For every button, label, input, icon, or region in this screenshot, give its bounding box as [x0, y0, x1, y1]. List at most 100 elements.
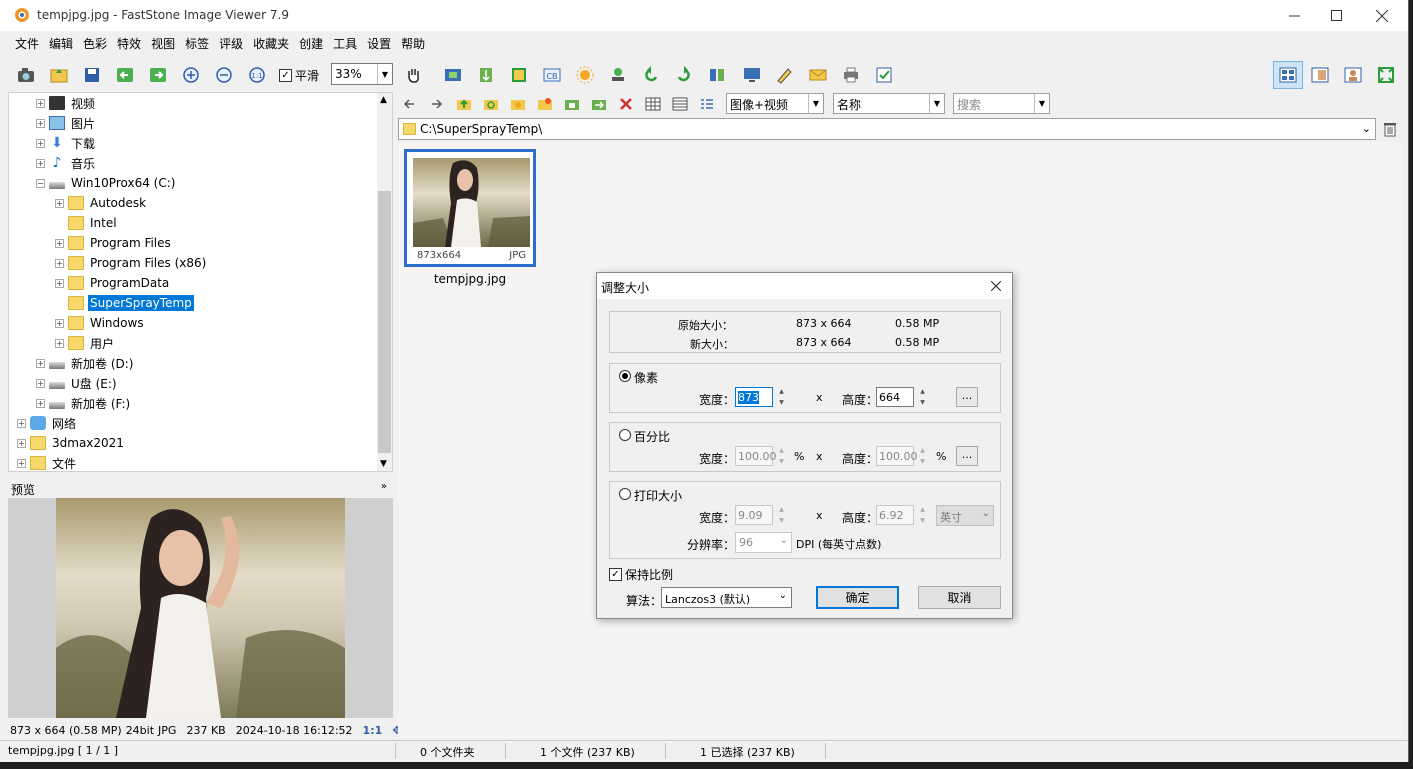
percent-height-spinner[interactable]: ▲ ▼ [916, 446, 929, 466]
view-details-button[interactable] [697, 94, 717, 114]
expand-toggle-icon[interactable]: + [36, 158, 45, 168]
expand-toggle-icon[interactable]: + [55, 238, 64, 248]
move-button[interactable] [474, 63, 498, 87]
expand-toggle-icon[interactable]: + [17, 458, 26, 468]
search-combo[interactable]: 搜索 ▼ [953, 93, 1050, 114]
expand-toggle-icon[interactable]: + [55, 318, 64, 328]
menu-settings[interactable]: 设置 [367, 33, 391, 55]
tree-node[interactable]: − Win10Prox64 (C:) [36, 173, 177, 193]
cancel-button[interactable]: 取消 [918, 586, 1001, 609]
scroll-up-icon[interactable]: ▲ [380, 95, 387, 105]
menu-edit[interactable]: 编辑 [49, 33, 73, 55]
pixel-height-spinner[interactable]: ▲ ▼ [916, 387, 929, 407]
percent-width-input[interactable]: 100.00 [735, 446, 777, 466]
expand-toggle-icon[interactable]: + [36, 98, 45, 108]
fullscreen-button[interactable] [1374, 63, 1398, 87]
print-button[interactable] [839, 63, 863, 87]
expand-toggle-icon[interactable]: + [36, 358, 45, 368]
actual-size-button[interactable]: 1:1 [245, 63, 269, 87]
tree-node[interactable]: + 新加卷 (D:) [36, 353, 135, 373]
layout-single-button[interactable] [1341, 63, 1365, 87]
print-unit-select[interactable]: 英寸 ⌄ [936, 505, 994, 526]
menu-file[interactable]: 文件 [15, 33, 39, 55]
tree-node[interactable]: + Windows [55, 313, 146, 333]
crop-button[interactable] [507, 63, 531, 87]
view-list-button[interactable] [670, 94, 690, 114]
prev-button[interactable] [113, 63, 137, 87]
menu-rating[interactable]: 评级 [219, 33, 243, 55]
expand-toggle-icon[interactable]: + [36, 378, 45, 388]
keep-ratio-checkbox[interactable]: ✓ 保持比例 [609, 566, 673, 583]
filter-combo[interactable]: 图像+视频 ▼ [726, 93, 824, 114]
expand-toggle-icon[interactable]: + [55, 338, 64, 348]
tree-node[interactable]: + ⬇ 下载 [36, 133, 97, 153]
move-to-button[interactable] [589, 94, 609, 114]
pixel-width-spinner[interactable]: ▲ ▼ [775, 387, 788, 407]
tree-node[interactable]: + 网络 [17, 413, 78, 433]
trash-button[interactable] [1381, 120, 1399, 138]
acquire-button[interactable] [14, 63, 38, 87]
dialog-close-button[interactable] [986, 276, 1006, 296]
expand-toggle-icon[interactable]: + [36, 138, 45, 148]
print-radio[interactable] [619, 488, 631, 500]
chevron-down-icon[interactable]: ⌄ [1362, 122, 1371, 135]
tree-node[interactable]: +3dmax2021 [17, 433, 126, 453]
rotate-left-button[interactable] [639, 63, 663, 87]
settings-button[interactable] [872, 63, 896, 87]
menu-help[interactable]: 帮助 [401, 33, 425, 55]
forward-button[interactable] [426, 94, 446, 114]
menu-view[interactable]: 视图 [151, 33, 175, 55]
tree-node[interactable]: + Program Files (x86) [55, 253, 208, 273]
zoom-combo[interactable]: 33% ▼ [331, 63, 393, 85]
open-button[interactable] [47, 63, 71, 87]
tree-node[interactable]: + Program Files [55, 233, 173, 253]
email-button[interactable] [806, 63, 830, 87]
expand-toggle-icon[interactable]: + [36, 398, 45, 408]
expand-toggle-icon[interactable]: + [36, 118, 45, 128]
tree-node[interactable]: + 新加卷 (F:) [36, 393, 132, 413]
percent-width-spinner[interactable]: ▲ ▼ [775, 446, 788, 466]
draw-button[interactable] [773, 63, 797, 87]
menu-color[interactable]: 色彩 [83, 33, 107, 55]
red-eye-button[interactable] [606, 63, 630, 87]
back-button[interactable] [400, 94, 420, 114]
layout-browser-button[interactable] [1273, 61, 1303, 89]
expand-toggle-icon[interactable]: + [17, 418, 26, 428]
dpi-select[interactable]: 96 ⌄ [735, 532, 792, 553]
tree-node[interactable]: + 图片 [36, 113, 97, 133]
expand-toggle-icon[interactable]: + [17, 438, 26, 448]
print-width-spinner[interactable]: ▲ ▼ [775, 505, 788, 525]
smooth-checkbox[interactable]: ✓ 平滑 [279, 67, 319, 84]
ok-button[interactable]: 确定 [816, 586, 899, 609]
tree-node[interactable]: +Intel [55, 213, 119, 233]
pixel-radio[interactable] [619, 370, 631, 382]
tree-scroll-thumb[interactable] [378, 191, 391, 453]
cb-button[interactable]: CB [540, 63, 564, 87]
pixel-height-input[interactable]: 664 [876, 387, 914, 407]
expand-toggle-icon[interactable]: + [55, 198, 64, 208]
tree-scrollbar[interactable]: ▲ ▼ [377, 93, 392, 471]
favorite-folder-button[interactable] [508, 94, 528, 114]
thumbnail-card[interactable]: 873x664 JPG [404, 149, 536, 267]
wallpaper-button[interactable] [740, 63, 764, 87]
path-bar[interactable]: C:\SuperSprayTemp\ ⌄ [398, 118, 1376, 140]
tree-node[interactable]: +SuperSprayTemp [55, 293, 194, 313]
sort-combo[interactable]: 名称 ▼ [833, 93, 945, 114]
tree-node[interactable]: + 文件 [17, 453, 78, 471]
view-thumbs-button[interactable] [643, 94, 663, 114]
expand-toggle-icon[interactable]: + [55, 258, 64, 268]
up-folder-button[interactable] [454, 94, 474, 114]
save-button[interactable] [80, 63, 104, 87]
zoom-out-button[interactable] [212, 63, 236, 87]
scroll-down-icon[interactable]: ▼ [380, 459, 387, 469]
collapse-toggle-icon[interactable]: − [36, 178, 45, 188]
menu-tags[interactable]: 标签 [185, 33, 209, 55]
new-folder-button[interactable] [535, 94, 555, 114]
zoom-in-button[interactable] [179, 63, 203, 87]
menu-tools[interactable]: 工具 [333, 33, 357, 55]
tree-node[interactable]: + ProgramData [55, 273, 171, 293]
maximize-button[interactable] [1313, 0, 1359, 31]
delete-button[interactable] [616, 94, 636, 114]
menu-favorites[interactable]: 收藏夹 [253, 33, 289, 55]
layout-preview-button[interactable] [1308, 63, 1332, 87]
